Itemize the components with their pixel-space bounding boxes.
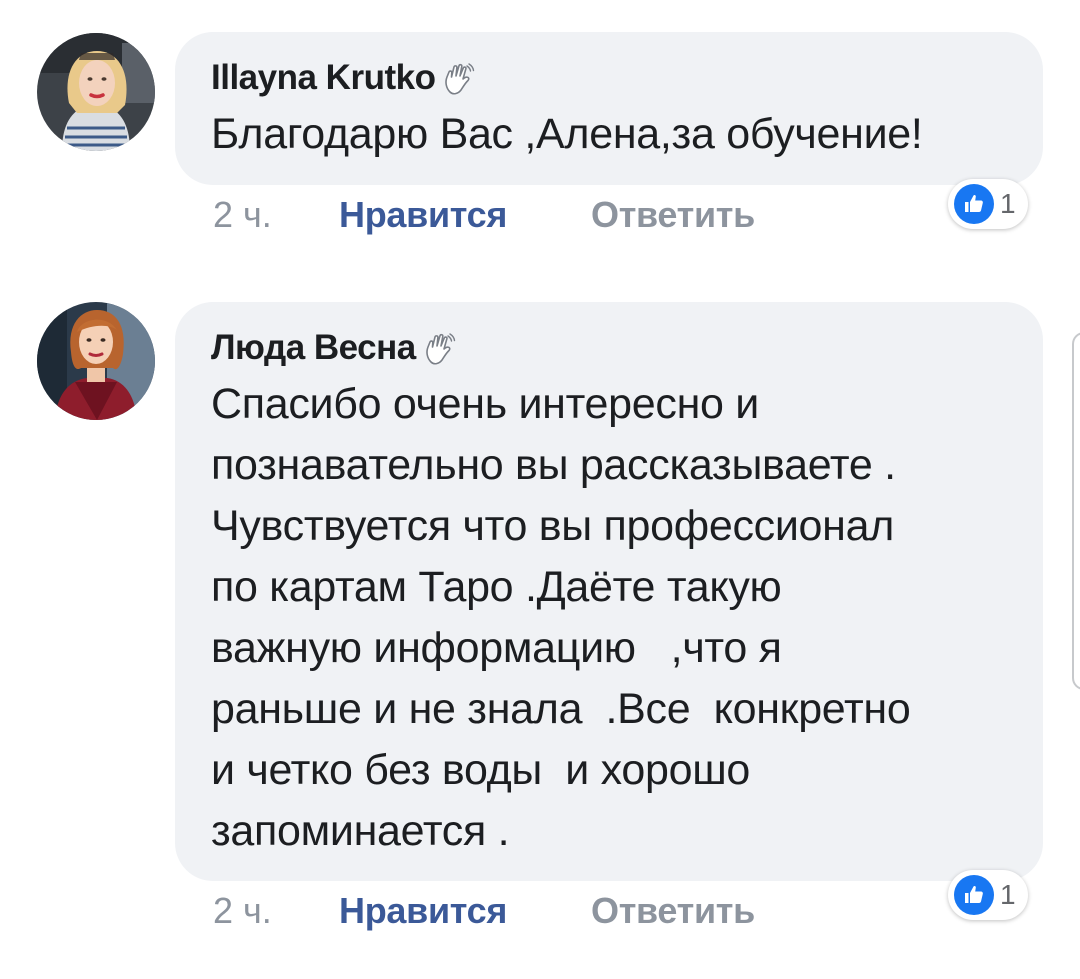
scrollbar[interactable] [1072, 332, 1080, 690]
like-button[interactable]: Нравится [339, 194, 591, 236]
reaction-summary[interactable]: 1 [948, 870, 1028, 920]
reply-button[interactable]: Ответить [591, 890, 755, 932]
comment-timestamp[interactable]: 2 ч. [213, 890, 339, 932]
comment-bubble: Illayna Krutko Благодарю Вас ,Алена,за о… [175, 32, 1043, 185]
comment-author: Люда Весна [211, 324, 1007, 372]
comment-text: Благодарю Вас ,Алена,за обучение! [211, 110, 923, 158]
reaction-summary[interactable]: 1 [948, 179, 1028, 229]
like-button[interactable]: Нравится [339, 890, 591, 932]
avatar[interactable] [37, 33, 155, 151]
reaction-count: 1 [1000, 188, 1016, 219]
reaction-count: 1 [1000, 879, 1016, 910]
comment-actions: 2 ч. Нравится Ответить [213, 886, 755, 936]
comment-text: Спасибо очень интересно и познавательно … [211, 380, 911, 855]
avatar[interactable] [37, 302, 155, 420]
comment-timestamp[interactable]: 2 ч. [213, 194, 339, 236]
reply-button[interactable]: Ответить [591, 194, 755, 236]
comment-bubble: Люда Весна Спасибо очень интересно и поз… [175, 302, 1043, 881]
like-icon [954, 875, 994, 915]
comment-actions: 2 ч. Нравится Ответить [213, 190, 755, 240]
author-name[interactable]: Illayna Krutko [211, 54, 436, 102]
author-name[interactable]: Люда Весна [211, 324, 416, 372]
waving-hand-icon [422, 332, 456, 366]
comment-author: Illayna Krutko [211, 54, 1007, 102]
waving-hand-icon [441, 62, 475, 96]
like-icon [954, 184, 994, 224]
